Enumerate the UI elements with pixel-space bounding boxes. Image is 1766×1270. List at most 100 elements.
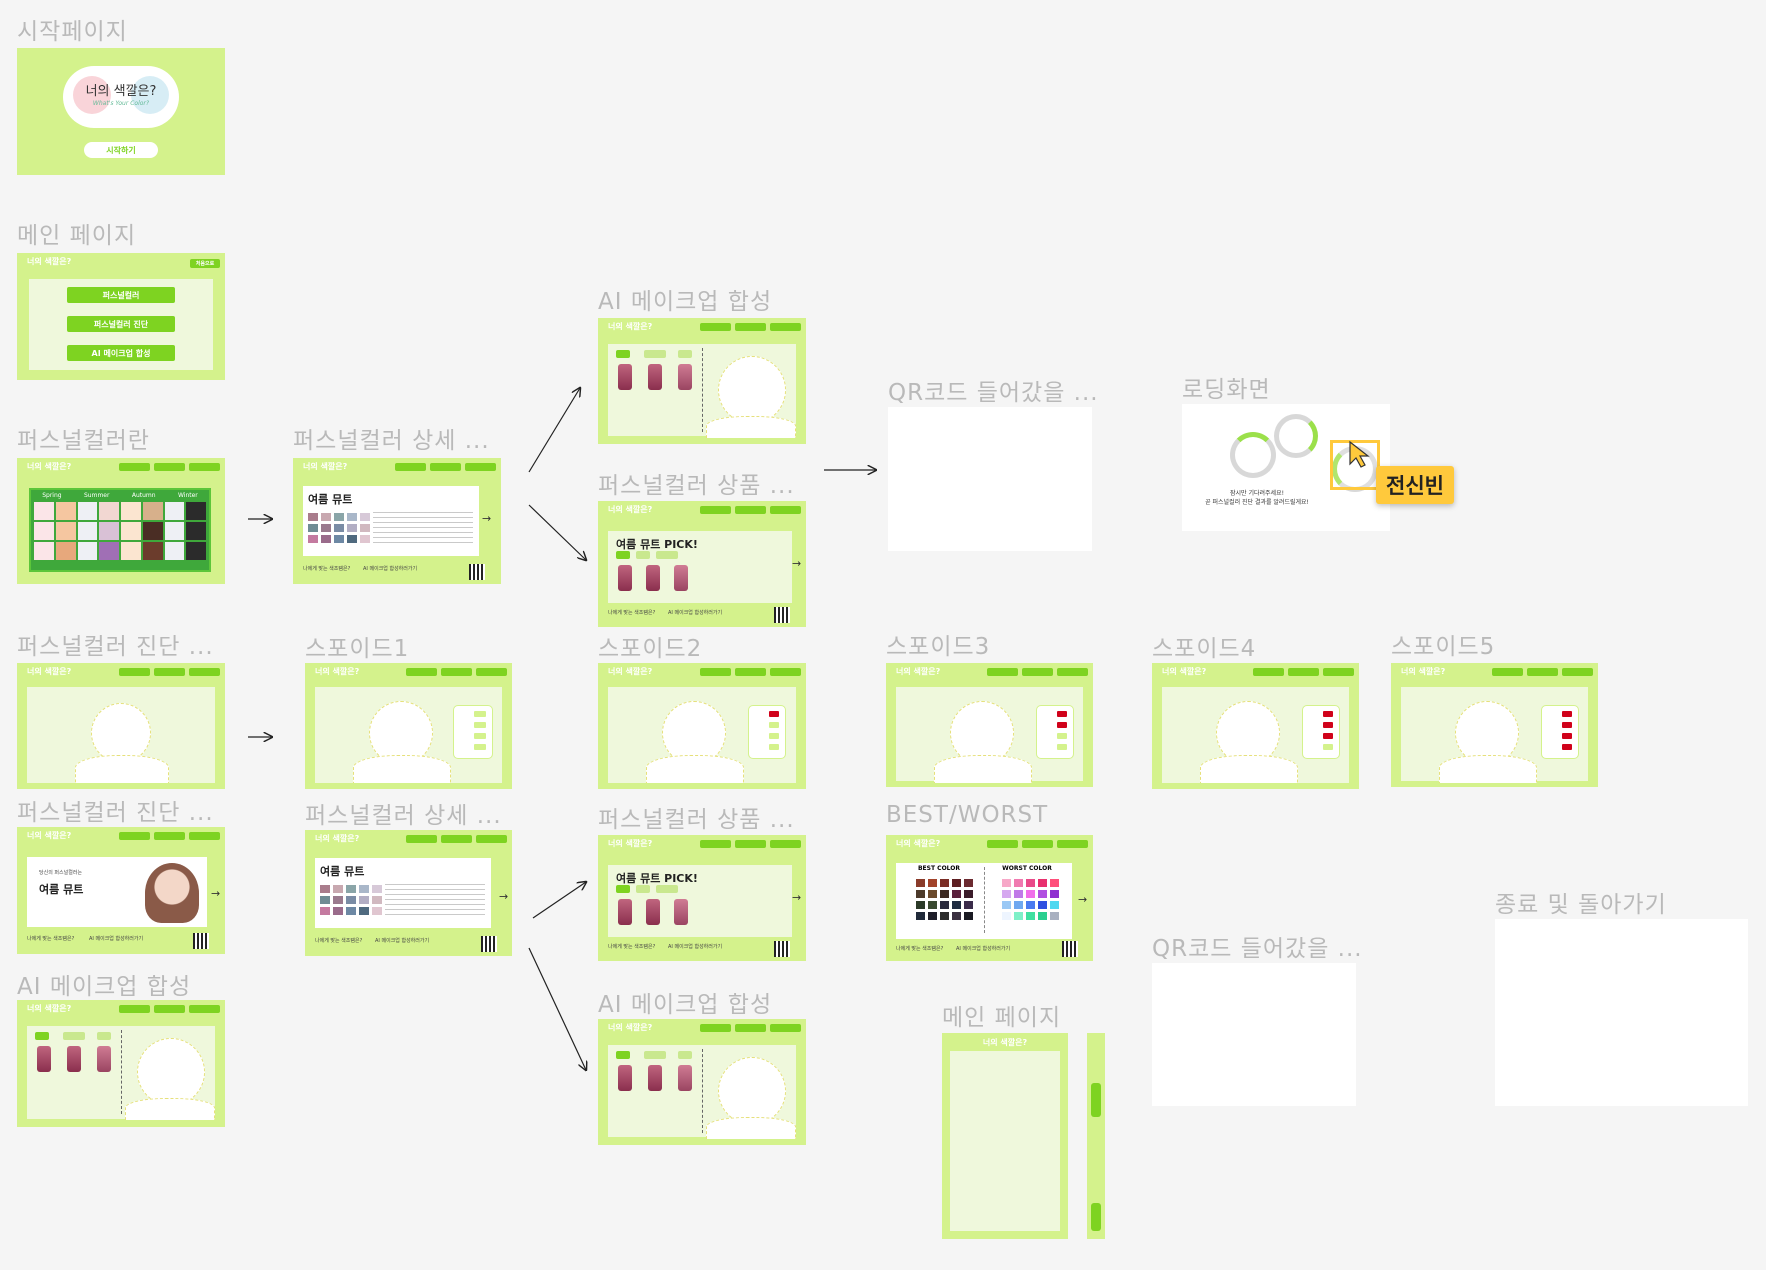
lipstick-icon[interactable] bbox=[37, 1046, 51, 1072]
season-spring: Spring bbox=[42, 492, 62, 499]
cursor-icon bbox=[1349, 440, 1370, 468]
next-arrow-icon[interactable]: → bbox=[211, 887, 220, 900]
category-tab[interactable] bbox=[616, 1051, 630, 1059]
frame-start[interactable]: 너의 색깔은? What's Your Color? 시작하기 bbox=[17, 48, 225, 175]
loading-spinner bbox=[1274, 414, 1318, 458]
frame-label-pc-product-1: 퍼스널컬러 상품 ... bbox=[598, 473, 795, 499]
frame-label-ai-3: AI 메이크업 합성 bbox=[598, 992, 773, 1018]
lipstick-icon[interactable] bbox=[674, 565, 688, 591]
body-area bbox=[1439, 755, 1537, 783]
side-button[interactable] bbox=[1091, 1203, 1101, 1231]
lipstick-icon[interactable] bbox=[648, 1065, 662, 1091]
start-button[interactable]: 시작하기 bbox=[84, 142, 158, 158]
frame-pc-detail-2[interactable]: 너의 색깔은? 여름 뮤트 나에게 맞는 색조템은? AI 메이크업 합성하러가… bbox=[305, 830, 512, 956]
category-tab[interactable] bbox=[616, 885, 630, 893]
menu-button-ai-makeup[interactable]: AI 메이크업 합성 bbox=[67, 345, 175, 361]
checklist bbox=[1036, 705, 1074, 759]
home-button[interactable]: 처음으로 bbox=[190, 259, 220, 268]
lipstick-icon[interactable] bbox=[678, 1065, 692, 1091]
header-title: 너의 색깔은? bbox=[27, 667, 72, 676]
category-tab[interactable] bbox=[656, 885, 678, 893]
category-tab[interactable] bbox=[644, 1051, 666, 1059]
lipstick-icon[interactable] bbox=[678, 364, 692, 390]
frame-spoid-1[interactable]: 너의 색깔은? bbox=[305, 663, 512, 789]
match-question: 나에게 맞는 색조템은? bbox=[315, 938, 363, 944]
frame-spoid-4[interactable]: 너의 색깔은? bbox=[1152, 663, 1359, 789]
body-area bbox=[125, 1098, 215, 1120]
best-swatches bbox=[916, 879, 973, 920]
category-tab[interactable] bbox=[678, 350, 692, 358]
category-tab[interactable] bbox=[35, 1032, 49, 1040]
category-tab[interactable] bbox=[678, 1051, 692, 1059]
lipstick-icon[interactable] bbox=[646, 565, 660, 591]
frame-label-diag-2: 퍼스널컬러 진단 ... bbox=[17, 800, 214, 826]
lipstick-icon[interactable] bbox=[674, 899, 688, 925]
frame-diag-1[interactable]: 너의 색깔은? bbox=[17, 663, 225, 789]
frame-ai-1[interactable]: 너의 색깔은? bbox=[598, 318, 806, 444]
category-tab[interactable] bbox=[644, 350, 666, 358]
product-card: 여름 뮤트 PICK! bbox=[608, 865, 792, 937]
frame-main-2-side[interactable] bbox=[1087, 1033, 1105, 1239]
body-area bbox=[646, 755, 744, 783]
lipstick-icon[interactable] bbox=[97, 1046, 111, 1072]
frame-label-bestworst: BEST/WORST bbox=[886, 802, 1049, 828]
match-question: 나에게 맞는 색조템은? bbox=[303, 566, 351, 572]
lipstick-icon[interactable] bbox=[67, 1046, 81, 1072]
category-tab[interactable] bbox=[616, 350, 630, 358]
frame-qr-2 bbox=[1152, 963, 1356, 1106]
result-tone: 여름 뮤트 bbox=[39, 883, 84, 896]
category-tab[interactable] bbox=[636, 885, 650, 893]
frame-pc-about[interactable]: 너의 색깔은? Spring Summer Autumn Winter bbox=[17, 458, 225, 584]
header-title: 너의 색깔은? bbox=[608, 322, 653, 331]
category-tab[interactable] bbox=[636, 551, 650, 559]
frame-label-start: 시작페이지 bbox=[17, 19, 128, 45]
frame-label-spoid-2: 스포이드2 bbox=[598, 636, 703, 662]
best-title: BEST COLOR bbox=[917, 865, 960, 872]
next-arrow-icon[interactable]: → bbox=[1078, 893, 1087, 906]
frame-pc-detail-1[interactable]: 너의 색깔은? 여름 뮤트 나에게 맞는 색조템은? AI 메이크업 합성하러가… bbox=[293, 458, 501, 584]
frame-label-spoid-5: 스포이드5 bbox=[1391, 634, 1496, 660]
frame-label-pc-detail-2: 퍼스널컬러 상세 ... bbox=[305, 803, 502, 829]
category-tab[interactable] bbox=[616, 551, 630, 559]
frame-label-qr-1: QR코드 들어갔을 ... bbox=[888, 380, 1099, 406]
lipstick-icon[interactable] bbox=[618, 364, 632, 390]
qr-code bbox=[193, 933, 209, 949]
ai-question: AI 메이크업 합성하러가기 bbox=[89, 936, 144, 942]
frame-spoid-2[interactable]: 너의 색깔은? bbox=[598, 663, 806, 789]
header-title: 너의 색깔은? bbox=[1401, 667, 1446, 676]
frame-label-spoid-3: 스포이드3 bbox=[886, 634, 991, 660]
lipstick-icon[interactable] bbox=[648, 364, 662, 390]
header-title: 너의 색깔은? bbox=[315, 667, 360, 676]
frame-main-2[interactable]: 너의 색깔은? bbox=[942, 1033, 1068, 1239]
top-nav bbox=[406, 668, 507, 676]
next-arrow-icon[interactable]: → bbox=[792, 557, 801, 570]
frame-spoid-3[interactable]: 너의 색깔은? bbox=[886, 663, 1093, 787]
frame-bestworst[interactable]: 너의 색깔은? BEST COLOR WORST COLOR 나에게 맞는 색조… bbox=[886, 835, 1093, 961]
frame-main[interactable]: 너의 색깔은? 처음으로 퍼스널컬러 퍼스널컬러 진단 AI 메이크업 합성 bbox=[17, 253, 225, 380]
frame-spoid-5[interactable]: 너의 색깔은? bbox=[1391, 663, 1598, 787]
next-arrow-icon[interactable]: → bbox=[792, 891, 801, 904]
lipstick-icon[interactable] bbox=[646, 899, 660, 925]
body-area bbox=[706, 1117, 796, 1139]
frame-ai-2[interactable]: 너의 색깔은? bbox=[17, 1000, 225, 1127]
menu-button-diagnosis[interactable]: 퍼스널컬러 진단 bbox=[67, 316, 175, 332]
lipstick-icon[interactable] bbox=[618, 565, 632, 591]
frame-pc-product-1[interactable]: 너의 색깔은? 여름 뮤트 PICK! 나에게 맞는 색조템은? AI 메이크업… bbox=[598, 501, 806, 627]
bestworst-card: BEST COLOR WORST COLOR bbox=[896, 863, 1072, 939]
menu-button-personal-color[interactable]: 퍼스널컬러 bbox=[67, 287, 175, 303]
next-arrow-icon[interactable]: → bbox=[482, 512, 491, 525]
side-button[interactable] bbox=[1091, 1083, 1101, 1117]
lipstick-icon[interactable] bbox=[618, 1065, 632, 1091]
category-tab[interactable] bbox=[656, 551, 678, 559]
frame-ai-3[interactable]: 너의 색깔은? bbox=[598, 1019, 806, 1145]
top-nav bbox=[987, 668, 1088, 676]
category-tab[interactable] bbox=[63, 1032, 85, 1040]
frame-pc-product-2[interactable]: 너의 색깔은? 여름 뮤트 PICK! 나에게 맞는 색조템은? AI 메이크업… bbox=[598, 835, 806, 961]
lipstick-icon[interactable] bbox=[618, 899, 632, 925]
start-title: 너의 색깔은? bbox=[85, 84, 157, 99]
color-swatches bbox=[308, 513, 370, 543]
frame-diag-2[interactable]: 너의 색깔은? 당신의 퍼스널컬러는 여름 뮤트 나에게 맞는 색조템은? AI… bbox=[17, 827, 225, 954]
body-area bbox=[706, 416, 796, 438]
next-arrow-icon[interactable]: → bbox=[499, 890, 508, 903]
category-tab[interactable] bbox=[97, 1032, 111, 1040]
